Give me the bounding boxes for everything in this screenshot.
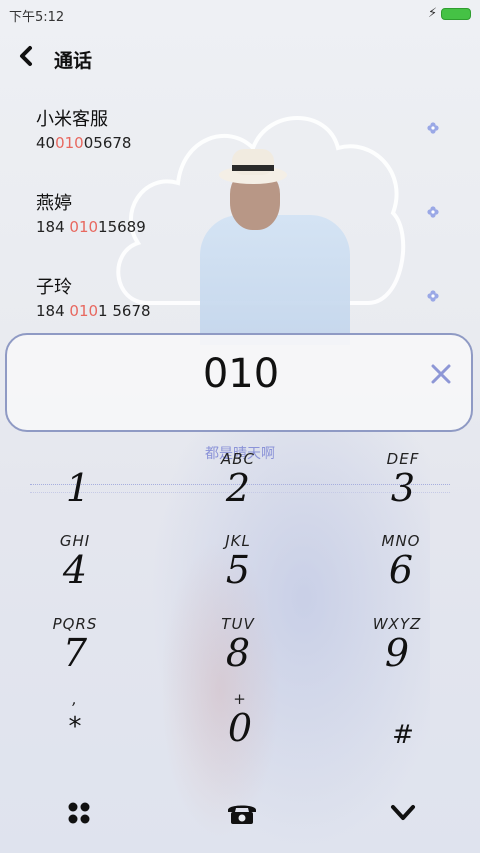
key-2[interactable]: ABC 2 [178,450,298,528]
battery-icon [441,8,471,20]
page-title: 通话 [54,50,93,72]
chevron-left-icon[interactable] [15,44,39,68]
key-6[interactable]: MNO 6 [341,532,461,610]
flower-icon [427,206,439,218]
key-0[interactable]: + 0 [180,690,300,768]
key-star[interactable]: , * [15,690,135,768]
close-icon[interactable] [429,362,453,386]
key-5[interactable]: JKL 5 [178,532,298,610]
match-highlight: 010 [69,218,99,236]
key-digit: 1 [65,466,91,510]
contact-number: 184 01015689 [36,218,146,236]
contact-number: 184 0101 5678 [36,302,151,320]
phone-icon[interactable] [222,798,262,828]
key-letters: , [72,690,78,708]
key-3[interactable]: DEF 3 [343,450,463,528]
contact-name: 子玲 [36,277,72,298]
key-4[interactable]: GHI 4 [15,532,135,610]
result-item[interactable]: 小米客服 4001005678 [0,100,480,180]
dial-entry-box: 010 [5,333,473,432]
key-digit: # [392,720,414,750]
contact-name: 燕婷 [36,193,72,214]
chevron-down-icon[interactable] [383,798,423,828]
lightning-icon: ⚡ [428,6,438,21]
key-8[interactable]: TUV 8 [178,615,298,693]
contact-name: 小米客服 [36,109,108,130]
dialed-number[interactable]: 010 [7,351,475,397]
key-7[interactable]: PQRS 7 [15,615,135,693]
flower-icon [427,122,439,134]
key-digit: * [68,712,82,742]
key-digit: 2 [225,466,251,510]
status-bar: 下午5:12 ⚡ [0,0,480,28]
status-time: 下午5:12 [9,10,65,25]
key-digit: 3 [390,466,416,510]
flower-icon [427,290,439,302]
header: 通话 [0,40,480,76]
result-item[interactable]: 燕婷 184 01015689 [0,184,480,264]
key-hash[interactable]: # [343,698,463,776]
key-digit: 4 [62,548,88,592]
grid-dots-icon[interactable] [59,798,99,828]
key-digit: 0 [227,706,253,750]
key-digit: 9 [384,631,410,675]
match-highlight: 010 [55,134,84,152]
key-digit: 6 [388,548,414,592]
key-1[interactable]: 1 [18,450,138,528]
match-highlight: 010 [69,302,99,320]
key-digit: 5 [225,548,251,592]
key-9[interactable]: WXYZ 9 [337,615,457,693]
key-digit: 8 [225,631,251,675]
key-digit: 7 [62,631,88,675]
contact-number: 4001005678 [36,134,132,152]
